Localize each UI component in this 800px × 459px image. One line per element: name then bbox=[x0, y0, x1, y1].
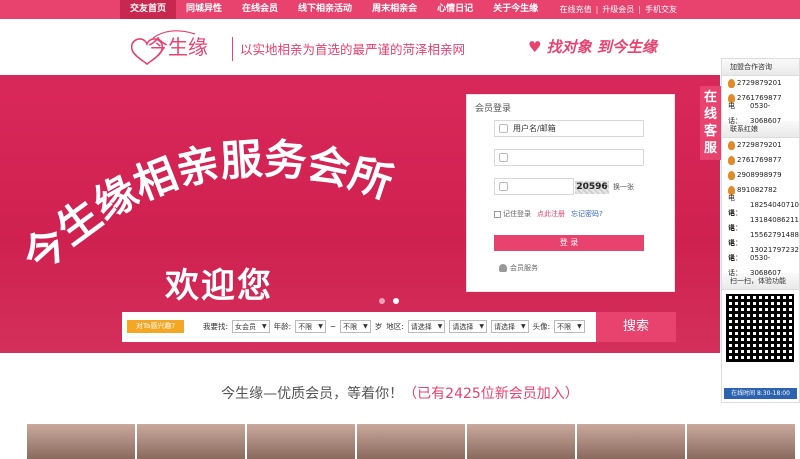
recharge-link[interactable]: 在线充值 bbox=[560, 0, 592, 19]
site-header: 今生缘 以实地相亲为首选的最严谨的菏泽相亲网 ♥ 找对象 到今生缘 bbox=[0, 19, 720, 75]
member-photo[interactable] bbox=[687, 424, 795, 459]
qq-icon bbox=[728, 141, 735, 150]
carousel-dot[interactable] bbox=[379, 298, 385, 304]
chevron-down-icon: ▼ bbox=[262, 323, 267, 330]
member-photo[interactable] bbox=[467, 424, 575, 459]
member-photo[interactable] bbox=[137, 424, 245, 459]
chevron-down-icon: ▼ bbox=[437, 323, 443, 330]
upgrade-link[interactable]: 升级会员 bbox=[602, 0, 634, 19]
remember-label: 记住登录 bbox=[503, 210, 531, 218]
member-photo-strip bbox=[27, 424, 795, 459]
age-separator: ~ bbox=[329, 322, 337, 331]
remember-checkbox[interactable] bbox=[494, 210, 501, 218]
divider bbox=[232, 37, 233, 61]
gender-select[interactable]: 女会员 ▼ bbox=[232, 320, 270, 333]
member-photo[interactable] bbox=[247, 424, 355, 459]
captcha-image[interactable]: 20596 bbox=[575, 181, 609, 194]
region-select-3[interactable]: 请选择 ▼ bbox=[491, 320, 529, 333]
member-service-link[interactable]: 会员服务 bbox=[499, 263, 538, 273]
nav-item[interactable]: 周末相亲会 bbox=[362, 0, 427, 19]
age-from-select[interactable]: 不限 ▼ bbox=[295, 320, 326, 333]
member-photo[interactable] bbox=[577, 424, 685, 459]
chevron-down-icon: ▼ bbox=[577, 323, 582, 330]
main-nav: 交友首页 同城异性 在线会员 线下相亲活动 周末相亲会 心情日记 关于今生缘 bbox=[120, 0, 548, 19]
qq-icon bbox=[728, 156, 735, 165]
search-filters: 我要找: 女会员 ▼ 年龄: 不限 ▼ ~ 不限 ▼ 岁 地区: 请选择 ▼ 请选择 ▼ … bbox=[203, 320, 585, 333]
qq-contact[interactable]: 2729879201 bbox=[722, 138, 799, 153]
age-label: 年龄: bbox=[273, 322, 292, 331]
service-panel: 加盟合作咨询 27298792012761769877 电话：0530-3068… bbox=[721, 58, 800, 403]
captcha-field[interactable] bbox=[494, 178, 574, 195]
shield-icon bbox=[499, 182, 508, 191]
carousel-dots bbox=[379, 298, 399, 304]
slogan-text: 找对象 到今生缘 bbox=[546, 38, 657, 56]
interest-bubble: 对Ta感兴趣? bbox=[127, 320, 184, 333]
remember-me[interactable]: 记住登录 bbox=[494, 209, 531, 219]
qr-code-icon bbox=[726, 294, 794, 362]
heart-icon: ♥ bbox=[528, 38, 547, 56]
chevron-down-icon: ▼ bbox=[479, 323, 485, 330]
region-label: 地区: bbox=[386, 322, 404, 331]
region-select-2[interactable]: 请选择 ▼ bbox=[449, 320, 488, 333]
qq-contact[interactable]: 2729879201 bbox=[722, 76, 799, 91]
username-placeholder: 用户名/邮箱 bbox=[513, 124, 556, 133]
qq-icon bbox=[728, 79, 735, 88]
member-photo[interactable] bbox=[27, 424, 135, 459]
consult-header: 加盟合作咨询 bbox=[722, 59, 799, 76]
register-link[interactable]: 点此注册 bbox=[537, 209, 565, 219]
invite-text: 今生缘—优质会员，等着你！ bbox=[221, 386, 404, 402]
phone-contact: 电话：0530-3068607 bbox=[728, 253, 781, 277]
nav-item[interactable]: 同城异性 bbox=[176, 0, 232, 19]
mobile-link[interactable]: 手机交友 bbox=[645, 0, 677, 19]
region-select-1[interactable]: 请选择 ▼ bbox=[407, 320, 446, 333]
member-photo[interactable] bbox=[357, 424, 465, 459]
slogan: ♥ 找对象 到今生缘 bbox=[528, 36, 657, 57]
forgot-password-link[interactable]: 忘记密码? bbox=[571, 209, 603, 219]
welcome-text: 欢迎您 bbox=[165, 266, 273, 306]
invite-count: （已有2425位新会员加入） bbox=[403, 386, 579, 402]
find-label: 我要找: bbox=[203, 322, 229, 331]
nav-item[interactable]: 交友首页 bbox=[120, 0, 177, 19]
separator: | bbox=[595, 5, 599, 14]
nav-item[interactable]: 关于今生缘 bbox=[483, 0, 548, 19]
person-icon bbox=[499, 264, 507, 272]
photo-label: 头像: bbox=[532, 322, 551, 331]
qq-contact[interactable]: 2908998979 bbox=[722, 168, 799, 183]
nav-item[interactable]: 线下相亲活动 bbox=[288, 0, 362, 19]
refresh-captcha-link[interactable]: 换一张 bbox=[613, 182, 634, 192]
qq-icon bbox=[728, 171, 735, 180]
password-field[interactable] bbox=[494, 149, 644, 166]
site-tagline: 以实地相亲为首选的最严谨的菏泽相亲网 bbox=[240, 42, 466, 57]
photo-select[interactable]: 不限 ▼ bbox=[554, 320, 585, 333]
login-title: 会员登录 bbox=[475, 104, 512, 114]
online-service-tab[interactable]: 在线客服 bbox=[700, 86, 721, 160]
logo-text: 今生缘 bbox=[148, 35, 208, 59]
age-to-select[interactable]: 不限 ▼ bbox=[340, 320, 371, 333]
search-bar: 对Ta感兴趣? 我要找: 女会员 ▼ 年龄: 不限 ▼ ~ 不限 ▼ 岁 地区: 请选… bbox=[122, 312, 596, 342]
chevron-down-icon: ▼ bbox=[521, 323, 526, 330]
nav-item[interactable]: 在线会员 bbox=[232, 0, 288, 19]
search-button[interactable]: 搜索 bbox=[596, 312, 676, 342]
member-invite: 今生缘—优质会员，等着你！（已有2425位新会员加入） bbox=[0, 383, 800, 403]
carousel-dot-active[interactable] bbox=[393, 298, 399, 304]
separator: | bbox=[638, 5, 641, 14]
user-icon bbox=[499, 124, 508, 133]
top-right-links: 在线充值 | 升级会员 | 手机交友 bbox=[560, 0, 677, 19]
username-field[interactable]: 用户名/邮箱 bbox=[494, 120, 644, 137]
qq-contact[interactable]: 2761769877 bbox=[722, 153, 799, 168]
top-navigation-bar: 交友首页 同城异性 在线会员 线下相亲活动 周末相亲会 心情日记 关于今生缘 在线充值 | … bbox=[0, 0, 800, 19]
consult-phone: 电话：0530-3068607 bbox=[728, 101, 782, 125]
lock-icon bbox=[499, 153, 508, 162]
nav-item[interactable]: 心情日记 bbox=[427, 0, 483, 19]
age-unit: 岁 bbox=[374, 322, 383, 331]
login-button[interactable]: 登 录 bbox=[494, 235, 644, 251]
login-panel: 会员登录 用户名/邮箱 20596 换一张 记住登录 点此注册 忘记密码? 登 … bbox=[466, 94, 675, 292]
member-service-label: 会员服务 bbox=[510, 264, 538, 272]
chevron-down-icon: ▼ bbox=[318, 323, 323, 330]
chevron-down-icon: ▼ bbox=[363, 323, 368, 330]
